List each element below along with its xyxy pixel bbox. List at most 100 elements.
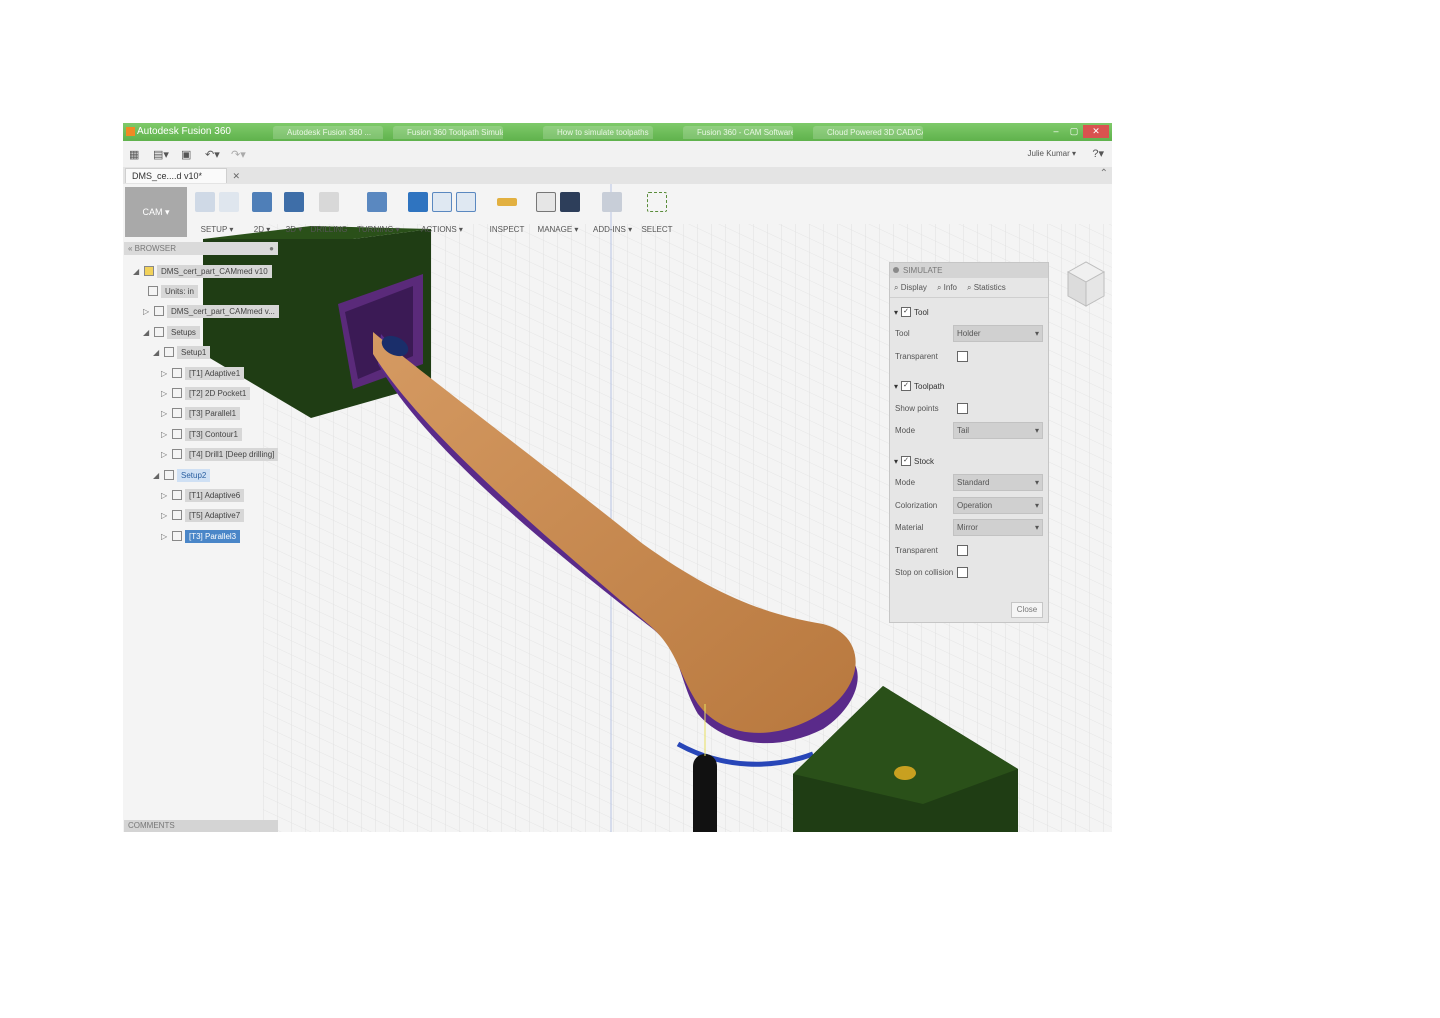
browser-header[interactable]: « BROWSER ● bbox=[124, 242, 278, 255]
stock-transparent-checkbox[interactable] bbox=[957, 545, 968, 556]
fusion360-window: Autodesk Fusion 360 Autodesk Fusion 360 … bbox=[123, 123, 1112, 832]
title-bar: Autodesk Fusion 360 Autodesk Fusion 360 … bbox=[123, 123, 1112, 141]
tool-transparent-label: Transparent bbox=[895, 352, 938, 361]
tab-statistics[interactable]: ⌕ Statistics bbox=[967, 283, 1006, 293]
user-menu[interactable]: Julie Kumar ▾ bbox=[1028, 149, 1076, 158]
document-tab[interactable]: DMS_ce....d v10* ✕ bbox=[125, 168, 240, 183]
drilling-group[interactable]: DRILLING bbox=[309, 187, 349, 239]
stock-mode-label: Mode bbox=[895, 478, 916, 487]
tab-info[interactable]: ⌕ Info bbox=[937, 283, 957, 293]
simulate-panel: SIMULATE ⌕ Display ⌕ Info ⌕ Statistics ▾… bbox=[889, 262, 1049, 623]
tool-select[interactable]: Holder ▾ bbox=[953, 325, 1043, 342]
add-ins-group[interactable]: ADD-INS ▾ bbox=[593, 187, 632, 239]
close-tab-icon[interactable]: ✕ bbox=[232, 169, 240, 184]
post-library-icon bbox=[560, 192, 580, 212]
manage-group[interactable]: MANAGE ▾ bbox=[533, 187, 583, 239]
toolpath-mode-label: Mode bbox=[895, 426, 916, 435]
show-points-label: Show points bbox=[895, 404, 939, 413]
ribbon-toolbar: CAM ▾ SETUP ▾ 2D ▾ 3D ▾ DRILLING TURNING… bbox=[123, 184, 683, 240]
close-button[interactable]: Close bbox=[1011, 602, 1043, 618]
tree-node-operation[interactable]: ▷ [T3] Parallel1 bbox=[161, 406, 241, 420]
close-window-button[interactable]: ✕ bbox=[1083, 125, 1109, 138]
document-tab-bar: DMS_ce....d v10* ✕ ⌃ bbox=[123, 167, 1112, 185]
tool-library-icon bbox=[536, 192, 556, 212]
stop-on-collision-row: Stop on collision bbox=[895, 564, 1045, 582]
document-tab-label: DMS_ce....d v10* bbox=[132, 171, 203, 181]
add-ins-icon bbox=[602, 192, 622, 212]
toolpath-mode-select[interactable]: Tail ▾ bbox=[953, 422, 1043, 439]
minimize-button[interactable]: – bbox=[1047, 125, 1065, 138]
toolpath-section[interactable]: ▾ ✓ Toolpath bbox=[894, 381, 944, 391]
browser-panel: « BROWSER ● ◢ DMS_cert_part_CAMmed v10 Uni… bbox=[123, 242, 279, 832]
cutting-tool bbox=[693, 754, 717, 832]
stock-transparent-label: Transparent bbox=[895, 546, 938, 555]
setup-group[interactable]: SETUP ▾ bbox=[193, 187, 241, 239]
stock-section[interactable]: ▾ ✓ Stock bbox=[894, 456, 934, 466]
2d-group[interactable]: 2D ▾ bbox=[247, 187, 277, 239]
comments-panel[interactable]: COMMENTS bbox=[124, 820, 278, 832]
save-icon[interactable]: ▣ bbox=[181, 148, 191, 161]
tree-node-operation-selected[interactable]: ▷ [T3] Parallel3 bbox=[161, 529, 241, 543]
tab-display[interactable]: ⌕ Display bbox=[894, 283, 927, 293]
tool-label: Tool bbox=[895, 329, 910, 338]
simulate-title: SIMULATE bbox=[903, 266, 943, 275]
tree-node-setups[interactable]: ◢ Setups bbox=[143, 325, 200, 339]
browser-tab[interactable]: How to simulate toolpaths bbox=[543, 126, 653, 139]
material-label: Material bbox=[895, 523, 924, 532]
colorization-row: Colorization Operation ▾ bbox=[895, 497, 1045, 515]
workspace-switcher[interactable]: CAM ▾ bbox=[125, 187, 187, 237]
tree-node-operation[interactable]: ▷ [T5] Adaptive7 bbox=[161, 508, 245, 522]
drill-icon bbox=[319, 192, 339, 212]
tool-section[interactable]: ▾ ✓ Tool bbox=[894, 307, 929, 317]
toolpath-mode-row: Mode Tail ▾ bbox=[895, 422, 1045, 440]
simulate-tabs: ⌕ Display ⌕ Info ⌕ Statistics bbox=[890, 278, 1048, 298]
tree-node-operation[interactable]: ▷ [T1] Adaptive6 bbox=[161, 488, 245, 502]
actions-group[interactable]: ACTIONS ▾ bbox=[403, 187, 481, 239]
undo-icon[interactable]: ↶▾ bbox=[205, 148, 220, 161]
tree-node-units[interactable]: Units: in bbox=[145, 284, 198, 298]
tree-node-operation[interactable]: ▷ [T3] Contour1 bbox=[161, 427, 242, 441]
select-group[interactable]: SELECT bbox=[639, 187, 675, 239]
tree-node-setup1[interactable]: ◢ Setup1 bbox=[153, 345, 211, 359]
tree-node-setup2[interactable]: ◢ Setup2 bbox=[153, 468, 211, 482]
redo-icon[interactable]: ↷▾ bbox=[231, 148, 246, 161]
3d-group[interactable]: 3D ▾ bbox=[279, 187, 309, 239]
simulate-icon bbox=[408, 192, 428, 212]
tool-transparent-checkbox[interactable] bbox=[957, 351, 968, 362]
tool-transparent-row: Transparent bbox=[895, 348, 1045, 366]
3d-icon bbox=[284, 192, 304, 212]
turning-group[interactable]: TURNING ▾ bbox=[357, 187, 400, 239]
browser-tab[interactable]: Fusion 360 - CAM Software bbox=[683, 126, 793, 139]
colorization-label: Colorization bbox=[895, 501, 938, 510]
browser-tab[interactable]: Autodesk Fusion 360 ... bbox=[273, 126, 383, 139]
tree-node-operation[interactable]: ▷ [T2] 2D Pocket1 bbox=[161, 386, 251, 400]
stop-on-collision-label: Stop on collision bbox=[895, 568, 954, 577]
select-icon bbox=[647, 192, 667, 212]
colorization-select[interactable]: Operation ▾ bbox=[953, 497, 1043, 514]
tree-node-operation[interactable]: ▷ [T1] Adaptive1 bbox=[161, 366, 245, 380]
material-select[interactable]: Mirror ▾ bbox=[953, 519, 1043, 536]
file-icon[interactable]: ▤▾ bbox=[153, 148, 169, 161]
tool-row: Tool Holder ▾ bbox=[895, 325, 1045, 343]
stock-mode-select[interactable]: Standard ▾ bbox=[953, 474, 1043, 491]
help-icon[interactable]: ?▾ bbox=[1092, 147, 1104, 160]
show-points-checkbox[interactable] bbox=[957, 403, 968, 414]
measure-icon bbox=[497, 198, 517, 206]
maximize-button[interactable]: ▢ bbox=[1065, 125, 1083, 138]
browser-tab[interactable]: Cloud Powered 3D CAD/CAM bbox=[813, 126, 923, 139]
tree-node-operation[interactable]: ▷ [T4] Drill1 [Deep drilling] bbox=[161, 447, 279, 461]
stock-transparent-row: Transparent bbox=[895, 542, 1045, 560]
chevron-up-icon[interactable]: ⌃ bbox=[1100, 168, 1108, 179]
folder-icon bbox=[219, 192, 239, 212]
material-row: Material Mirror ▾ bbox=[895, 519, 1045, 537]
tree-node-root[interactable]: ◢ DMS_cert_part_CAMmed v10 bbox=[133, 264, 272, 278]
viewcube-icon[interactable] bbox=[1064, 258, 1108, 312]
2d-icon bbox=[252, 192, 272, 212]
quick-access-toolbar: ▦ ▤▾ ▣ ↶▾ ↷▾ Julie Kumar ▾ ?▾ bbox=[123, 141, 1112, 168]
stop-on-collision-checkbox[interactable] bbox=[957, 567, 968, 578]
setup-icon bbox=[195, 192, 215, 212]
grid-menu-icon[interactable]: ▦ bbox=[129, 148, 139, 161]
browser-tab[interactable]: Fusion 360 Toolpath Simulation bbox=[393, 126, 503, 139]
tree-node-model[interactable]: ▷ DMS_cert_part_CAMmed v... bbox=[143, 304, 279, 318]
inspect-group[interactable]: INSPECT bbox=[489, 187, 525, 239]
